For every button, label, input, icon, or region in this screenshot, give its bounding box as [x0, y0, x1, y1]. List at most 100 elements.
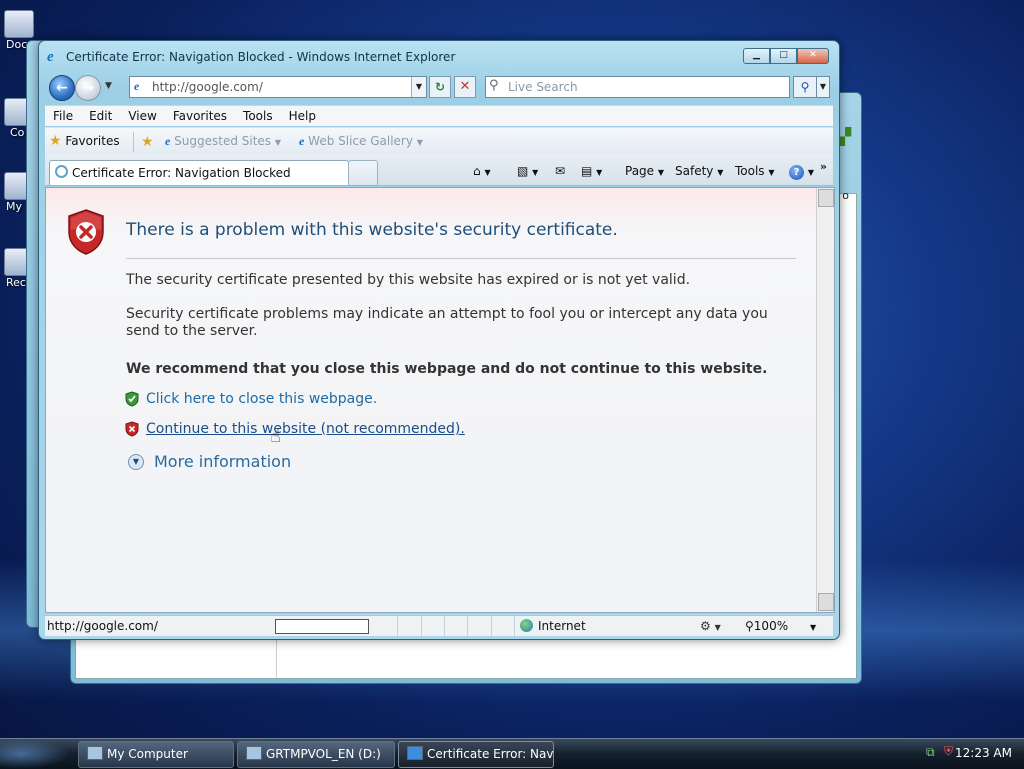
menu-favorites[interactable]: Favorites — [165, 109, 235, 123]
recommendation-text: We recommend that you close this webpage… — [126, 361, 768, 377]
favorites-button[interactable]: ★ Favorites — [49, 133, 120, 149]
page-title: There is a problem with this website's s… — [126, 220, 618, 240]
security-zone[interactable]: Internet — [520, 619, 586, 633]
help-button[interactable]: ? ▼ — [789, 164, 814, 180]
tab-bar: Certificate Error: Navigation Blocked ⌂ … — [45, 155, 833, 186]
red-shield-icon — [68, 209, 104, 255]
tab-title: Certificate Error: Navigation Blocked — [72, 166, 291, 180]
safety-menu-button[interactable]: Safety ▼ — [675, 164, 723, 178]
history-dropdown-icon[interactable]: ▼ — [105, 81, 112, 91]
documents-icon — [4, 10, 34, 38]
green-shield-icon — [125, 391, 139, 407]
more-information-toggle[interactable]: More information — [154, 452, 291, 471]
search-box[interactable]: ⚲ Live Search — [485, 76, 790, 98]
divider — [126, 258, 796, 259]
globe-icon — [520, 619, 533, 632]
vertical-scrollbar[interactable] — [816, 188, 834, 612]
red-shield-small-icon — [125, 421, 139, 437]
network-icon[interactable]: ⧉ — [926, 745, 935, 760]
warning-text: Security certificate problems may indica… — [126, 306, 768, 339]
safety-menu-label: Safety — [675, 164, 714, 178]
chevron-down-icon: ▼ — [416, 138, 423, 147]
page-menu-label: Page — [625, 164, 655, 178]
taskbar-item-ie[interactable]: Certificate Error: Navi... — [398, 741, 554, 768]
expired-text: The security certificate presented by th… — [126, 272, 691, 288]
taskbar-item-label: Certificate Error: Navi... — [427, 747, 554, 761]
chevron-down-icon: ▼ — [274, 138, 282, 147]
start-button[interactable] — [0, 739, 70, 769]
taskbar: My Computer GRTMPVOL_EN (D:) Certificate… — [0, 738, 1024, 769]
menu-edit[interactable]: Edit — [81, 109, 120, 123]
zone-label: Internet — [538, 619, 586, 633]
tab-certificate-error[interactable]: Certificate Error: Navigation Blocked — [49, 160, 349, 185]
status-url: http://google.com/ — [47, 619, 158, 633]
favorites-star-icon: ★ — [49, 133, 62, 149]
refresh-button[interactable]: ↻ — [429, 76, 451, 98]
web-slice-gallery-link[interactable]: e Web Slice Gallery ▼ — [299, 134, 423, 149]
title-bar[interactable]: e Certificate Error: Navigation Blocked … — [47, 48, 831, 66]
continue-to-website-link[interactable]: Continue to this website (not recommende… — [146, 421, 465, 437]
stop-button[interactable]: ✕ — [454, 76, 476, 98]
new-tab-button[interactable] — [348, 160, 378, 186]
address-bar[interactable]: e http://google.com/ ▼ — [129, 76, 427, 98]
ie-window[interactable]: e Certificate Error: Navigation Blocked … — [38, 40, 840, 640]
menu-help[interactable]: Help — [281, 109, 324, 123]
scroll-up-button[interactable] — [818, 189, 834, 207]
drive-icon — [246, 746, 262, 760]
navigation-bar: ← → ▼ e http://google.com/ ▼ ↻ ✕ ⚲ Live … — [45, 73, 833, 103]
feeds-button[interactable]: ▧ ▼ — [517, 164, 538, 178]
page-icon: e — [134, 79, 140, 93]
favorites-label: Favorites — [65, 134, 120, 148]
clock[interactable]: 12:23 AM — [955, 746, 1012, 760]
add-favorites-icon[interactable]: ★ — [141, 134, 154, 150]
expand-chevron-icon[interactable]: ▼ — [128, 454, 144, 470]
chevron-right-icon[interactable]: » — [820, 160, 827, 173]
divider — [133, 132, 134, 152]
minimize-button[interactable]: ▁ — [743, 48, 770, 64]
page-menu-button[interactable]: Page ▼ — [625, 164, 664, 178]
window-controls: ▁ □ ✕ — [743, 48, 829, 64]
close-window-button[interactable]: ✕ — [797, 48, 829, 64]
status-cells — [375, 616, 515, 636]
search-icon: ⚲ — [489, 78, 499, 93]
status-bar: http://google.com/ Internet ⚙ ▼ ⚲100% ▼ — [45, 615, 833, 636]
menu-tools[interactable]: Tools — [235, 109, 281, 123]
address-input[interactable]: http://google.com/ — [152, 80, 263, 94]
menu-bar: File Edit View Favorites Tools Help — [45, 105, 833, 126]
search-input[interactable]: Live Search — [508, 80, 578, 94]
scroll-down-button[interactable] — [818, 593, 834, 611]
menu-file[interactable]: File — [45, 109, 81, 123]
tools-menu-button[interactable]: Tools ▼ — [735, 164, 775, 178]
taskbar-item-my-computer[interactable]: My Computer — [78, 741, 234, 768]
security-shield-icon[interactable]: ⛨ — [944, 744, 953, 759]
taskbar-item-drive[interactable]: GRTMPVOL_EN (D:) — [237, 741, 395, 768]
taskbar-item-label: GRTMPVOL_EN (D:) — [266, 747, 381, 761]
maximize-button[interactable]: □ — [770, 48, 797, 64]
search-button[interactable]: ⚲ — [793, 76, 817, 98]
ie-logo-icon — [407, 746, 423, 760]
read-mail-button[interactable]: ✉ — [555, 164, 565, 178]
search-options-dropdown[interactable]: ▼ — [816, 76, 830, 98]
home-button[interactable]: ⌂ ▼ — [473, 164, 491, 178]
taskbar-item-label: My Computer — [107, 747, 188, 761]
zoom-level: 100% — [753, 619, 789, 633]
help-icon: ? — [789, 165, 804, 180]
window-title: Certificate Error: Navigation Blocked - … — [66, 50, 456, 64]
forward-button[interactable]: → — [75, 75, 101, 101]
tools-menu-label: Tools — [735, 164, 765, 178]
address-dropdown-icon[interactable]: ▼ — [411, 77, 426, 97]
print-button[interactable]: ▤ ▼ — [581, 164, 602, 178]
ie-logo-icon: e — [47, 49, 54, 65]
progress-bar — [275, 619, 369, 634]
suggested-sites-link[interactable]: e Suggested Sites ▼ — [165, 134, 281, 149]
close-webpage-link[interactable]: Click here to close this webpage. — [146, 391, 377, 407]
protected-mode-icon[interactable]: ⚙ ▼ — [700, 619, 721, 633]
menu-view[interactable]: View — [120, 109, 164, 123]
computer-icon — [87, 746, 103, 760]
back-button[interactable]: ← — [49, 75, 75, 101]
favorites-bar: ★ Favorites ★ e Suggested Sites ▼ e Web … — [45, 127, 833, 156]
ie-page-icon: e — [165, 134, 171, 148]
zoom-control[interactable]: ⚲100% ▼ — [745, 619, 816, 633]
loading-icon — [55, 165, 68, 178]
suggested-sites-label: Suggested Sites — [174, 134, 272, 148]
